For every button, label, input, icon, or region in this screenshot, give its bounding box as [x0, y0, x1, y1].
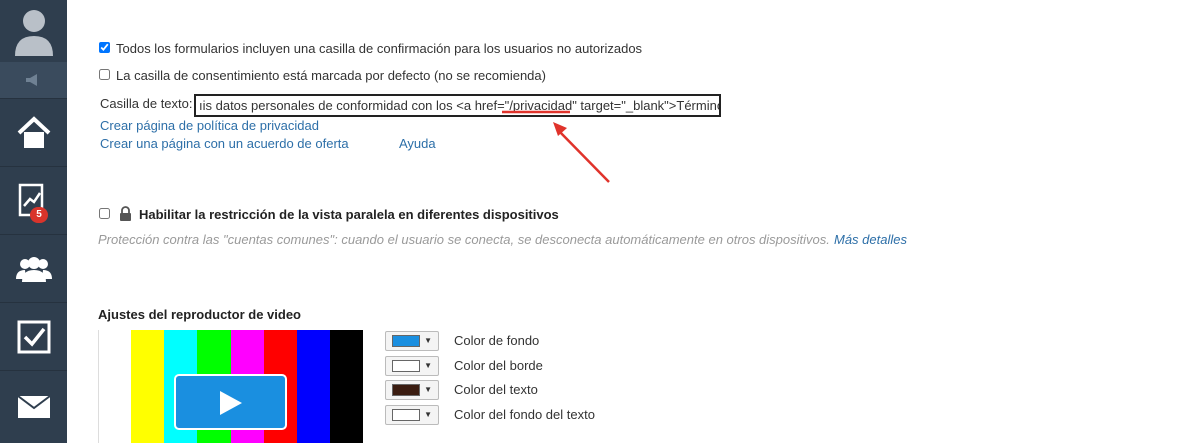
annotation-arrow: [502, 110, 610, 183]
notification-badge: 5: [30, 207, 48, 223]
help-link[interactable]: Ayuda: [399, 136, 436, 151]
sidebar-item-user[interactable]: [0, 0, 67, 62]
color-option-label: Color de fondo: [454, 333, 540, 348]
color-test-bar: [98, 330, 133, 443]
color-option-label: Color del borde: [454, 357, 543, 373]
play-button[interactable]: [174, 374, 287, 430]
color-test-bar: [131, 330, 165, 443]
sidebar-item-announcements[interactable]: [0, 62, 67, 99]
home-icon: [16, 115, 52, 150]
color-picker-button[interactable]: ▼: [385, 331, 439, 351]
textbox-label: Casilla de texto:: [100, 96, 193, 111]
default-checked-checkbox[interactable]: [99, 69, 110, 80]
sidebar-item-analytics[interactable]: 5: [0, 167, 67, 235]
consent-text-input[interactable]: ıis datos personales de conformidad con …: [194, 94, 721, 117]
users-icon: [15, 255, 52, 283]
color-test-bar: [296, 330, 331, 443]
caret-down-icon: ▼: [424, 360, 432, 370]
checkbox-icon: [17, 320, 51, 354]
color-option-label: Color del fondo del texto: [454, 406, 595, 422]
default-checked-label: La casilla de consentimiento está marcad…: [116, 68, 546, 83]
color-picker-button[interactable]: ▼: [385, 380, 439, 400]
sidebar-item-mail[interactable]: [0, 371, 67, 443]
parallel-view-checkbox[interactable]: [99, 208, 110, 219]
caret-down-icon: ▼: [424, 385, 432, 394]
create-offer-page-link[interactable]: Crear una página con un acuerdo de ofert…: [100, 136, 349, 151]
textbox-value-pre: ıis datos personales de conformidad con …: [199, 98, 510, 113]
caret-down-icon: ▼: [424, 409, 432, 419]
color-option-label: Color del texto: [454, 382, 538, 397]
all-forms-checkbox[interactable]: [99, 42, 110, 53]
megaphone-icon: [24, 73, 44, 87]
more-details-link[interactable]: Más detalles: [834, 232, 907, 247]
color-swatch: [392, 335, 420, 347]
lock-icon: [119, 206, 132, 226]
all-forms-label: Todos los formularios incluyen una casil…: [116, 41, 643, 56]
color-swatch: [392, 408, 420, 421]
sidebar-item-tasks[interactable]: [0, 303, 67, 371]
caret-down-icon: ▼: [424, 336, 432, 345]
video-preview: [98, 330, 363, 443]
color-picker-button[interactable]: ▼: [385, 404, 439, 425]
color-swatch: [392, 384, 420, 396]
video-settings-title: Ajustes del reproductor de video: [98, 307, 301, 322]
play-icon: [220, 391, 242, 415]
sidebar: 5: [0, 0, 67, 443]
color-picker-button[interactable]: ▼: [385, 355, 439, 376]
create-privacy-page-link[interactable]: Crear página de política de privacidad: [100, 118, 319, 133]
mail-icon: [16, 395, 51, 419]
user-icon: [13, 6, 55, 56]
sidebar-item-users[interactable]: [0, 235, 67, 303]
color-swatch: [392, 359, 420, 372]
parallel-view-label: Habilitar la restricción de la vista par…: [139, 207, 559, 222]
sidebar-item-home[interactable]: [0, 99, 67, 167]
parallel-view-hint: Protección contra las "cuentas comunes":…: [98, 232, 830, 247]
color-test-bar: [329, 330, 363, 443]
